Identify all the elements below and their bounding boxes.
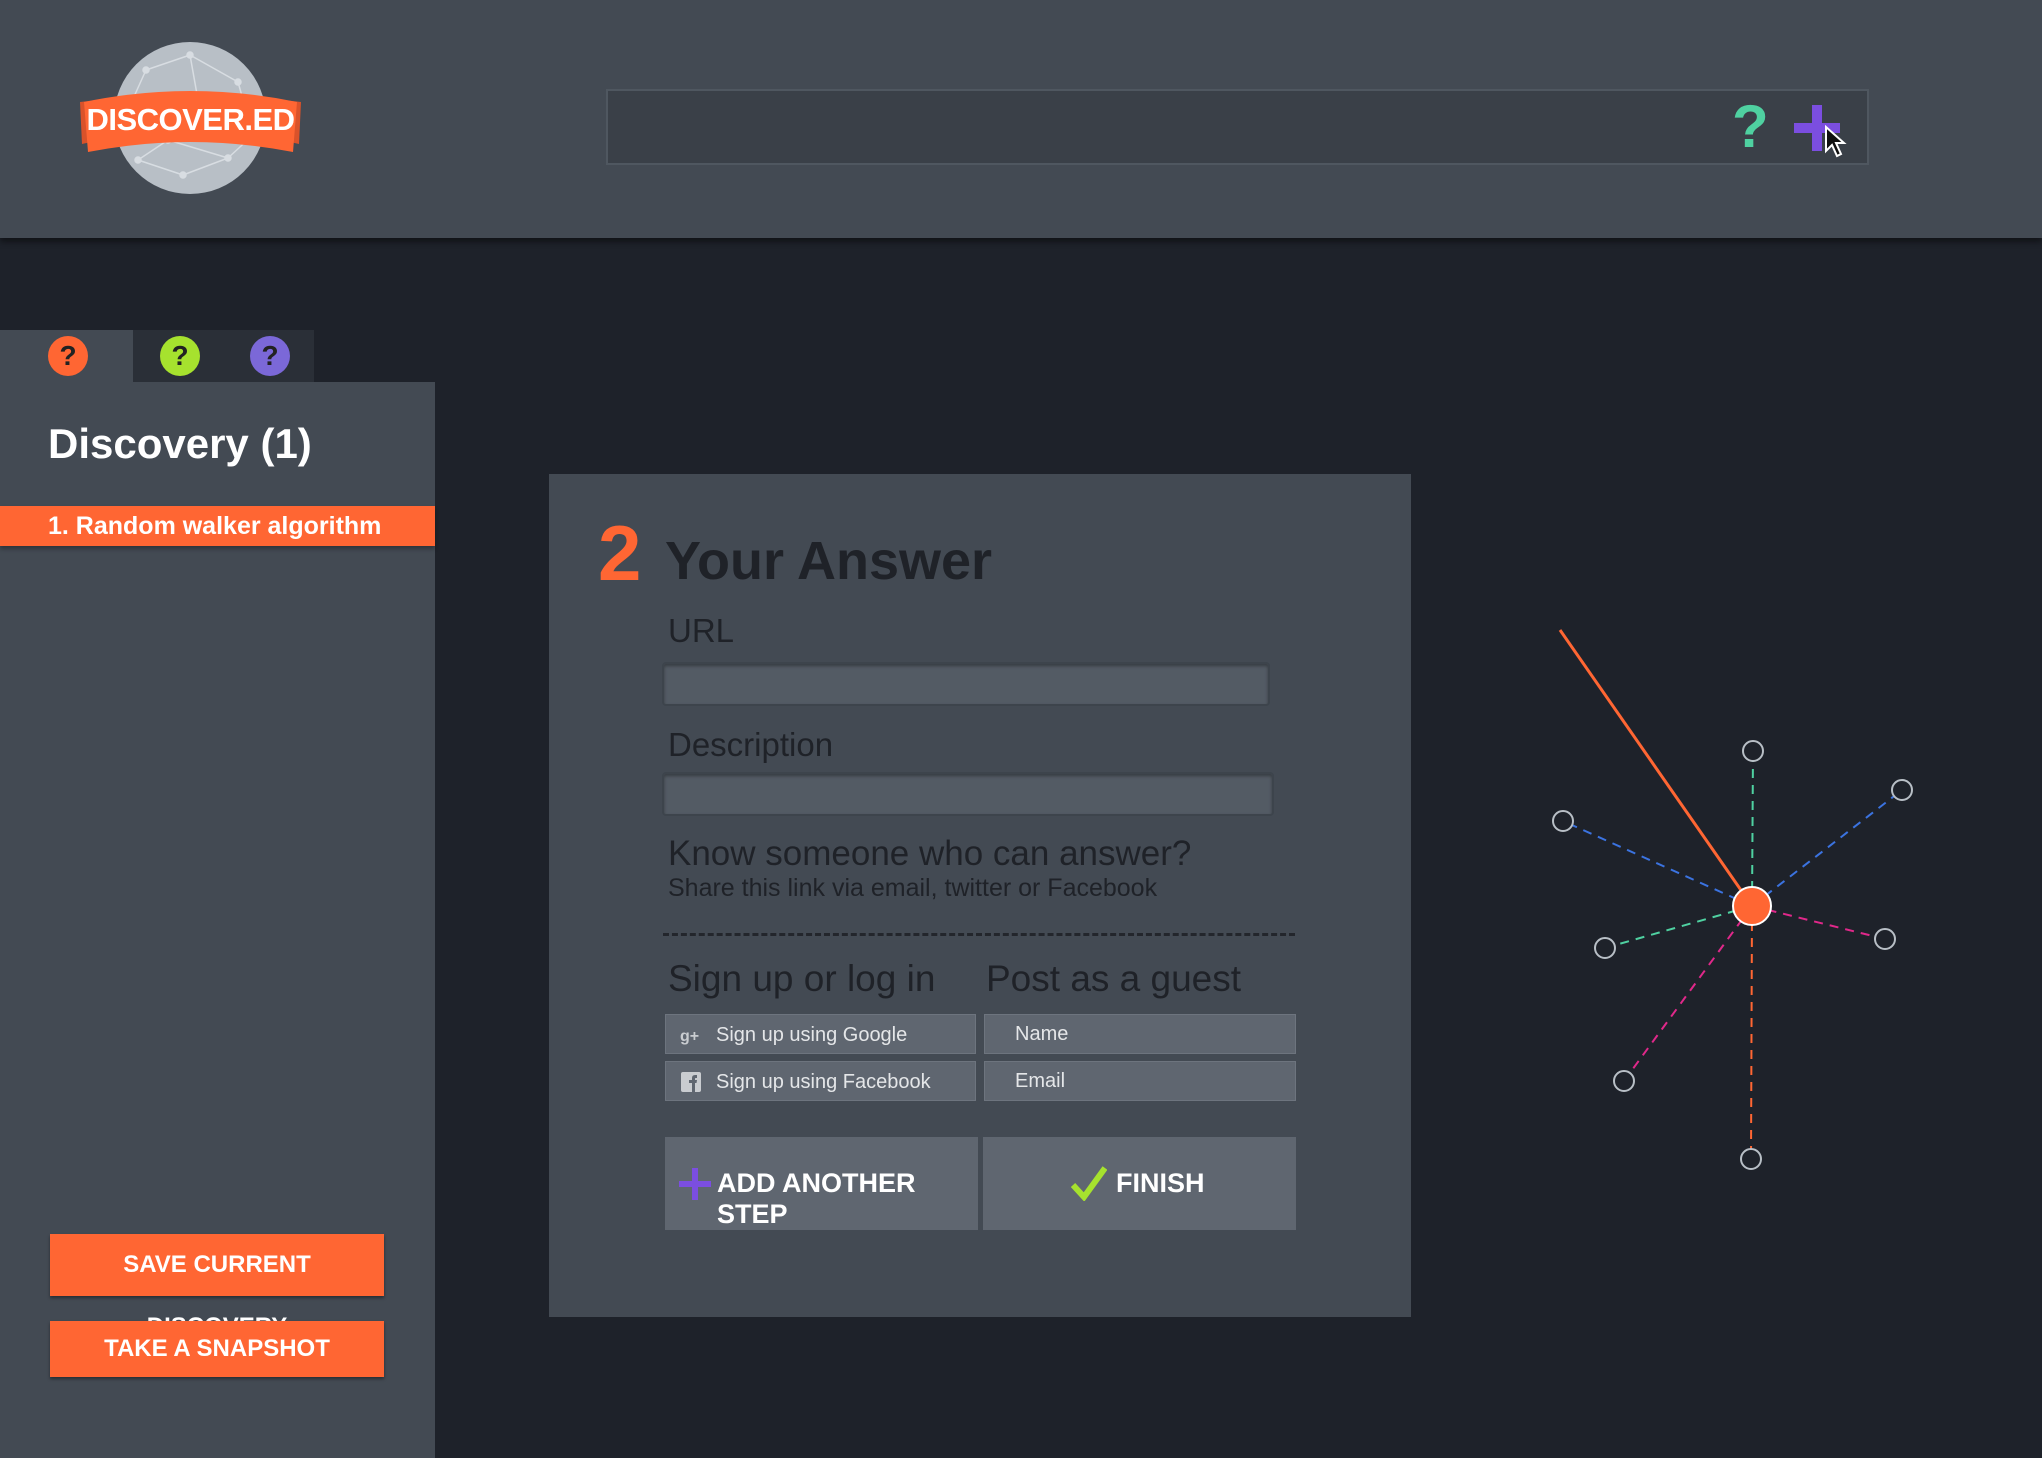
graph-edge — [1751, 905, 1886, 940]
add-another-step-button[interactable]: ADD ANOTHER STEP — [665, 1137, 978, 1230]
graph-node[interactable] — [1874, 928, 1896, 950]
google-plus-icon: g+ — [680, 1024, 702, 1046]
signup-heading: Sign up or log in — [668, 958, 936, 999]
graph-node[interactable] — [1552, 810, 1574, 832]
checkmark-icon — [1071, 1166, 1107, 1201]
graph-node[interactable] — [1891, 779, 1913, 801]
mouse-cursor-icon — [1825, 125, 1847, 158]
google-signup-label: Sign up using Google — [716, 1024, 908, 1046]
discovery-network-graph — [1552, 629, 1913, 1170]
question-mark-icon: ? — [48, 336, 88, 376]
question-mark-icon: ? — [250, 336, 290, 376]
share-link-text: Share this link via email, twitter or Fa… — [668, 874, 1158, 902]
discovery-step-item[interactable]: 1. Random walker algorithm — [0, 506, 435, 546]
svg-text:g+: g+ — [680, 1028, 699, 1045]
guest-heading: Post as a guest — [986, 958, 1242, 999]
google-signup-button[interactable]: g+ Sign up using Google — [665, 1014, 976, 1054]
discovery-step-label: 1. Random walker algorithm — [48, 512, 382, 540]
know-someone-heading: Know someone who can answer? — [668, 834, 1192, 873]
tab-purple-question[interactable]: ? — [229, 330, 314, 382]
url-label: URL — [668, 612, 735, 649]
graph-edge — [1751, 789, 1903, 907]
graph-edge — [1623, 905, 1753, 1082]
graph-node[interactable] — [1742, 740, 1764, 762]
save-current-discovery-button[interactable]: SAVE CURRENT DISCOVERY — [50, 1234, 384, 1340]
description-input[interactable] — [664, 774, 1276, 816]
name-input[interactable] — [985, 1015, 1295, 1053]
graph-node[interactable] — [1740, 1148, 1762, 1170]
graph-edge-active — [1558, 629, 1754, 907]
discovered-logo[interactable]: DISCOVER.ED — [78, 40, 303, 200]
tab-green-question[interactable]: ? — [133, 330, 229, 382]
facebook-signup-button[interactable]: Sign up using Facebook — [665, 1061, 976, 1101]
search-bar[interactable]: ? — [606, 89, 1869, 165]
description-label: Description — [668, 726, 834, 763]
search-input[interactable] — [608, 91, 1748, 163]
graph-node[interactable] — [1613, 1070, 1635, 1092]
dashed-divider — [663, 933, 1295, 936]
discovery-tabs: ? ? ? — [0, 330, 314, 382]
finish-button[interactable]: FINISH — [983, 1137, 1296, 1230]
graph-edge — [1604, 905, 1753, 949]
question-mark-icon: ? — [160, 336, 200, 376]
graph-edge — [1751, 750, 1754, 907]
logo-text: DISCOVER.ED — [86, 102, 295, 137]
graph-edge — [1750, 905, 1753, 1160]
take-snapshot-button[interactable]: TAKE A SNAPSHOT — [50, 1321, 384, 1377]
help-question-button[interactable]: ? — [1732, 95, 1769, 159]
guest-name-field[interactable] — [984, 1014, 1296, 1054]
facebook-signup-label: Sign up using Facebook — [716, 1071, 931, 1093]
tab-orange-question[interactable]: ? — [0, 330, 133, 382]
guest-email-field[interactable] — [984, 1061, 1296, 1101]
plus-icon — [679, 1168, 711, 1200]
card-title: Your Answer — [665, 531, 993, 591]
facebook-icon — [681, 1072, 701, 1092]
discovery-title: Discovery (1) — [48, 420, 312, 467]
graph-node[interactable] — [1594, 937, 1616, 959]
url-input[interactable] — [664, 664, 1272, 706]
step-number: 2 — [598, 509, 642, 597]
email-input[interactable] — [985, 1062, 1295, 1100]
description-field[interactable] — [662, 772, 1276, 816]
finish-label: FINISH — [1116, 1168, 1205, 1198]
url-field[interactable] — [662, 662, 1272, 706]
add-another-step-label: ADD ANOTHER STEP — [717, 1168, 916, 1229]
graph-center-node[interactable] — [1732, 886, 1772, 926]
